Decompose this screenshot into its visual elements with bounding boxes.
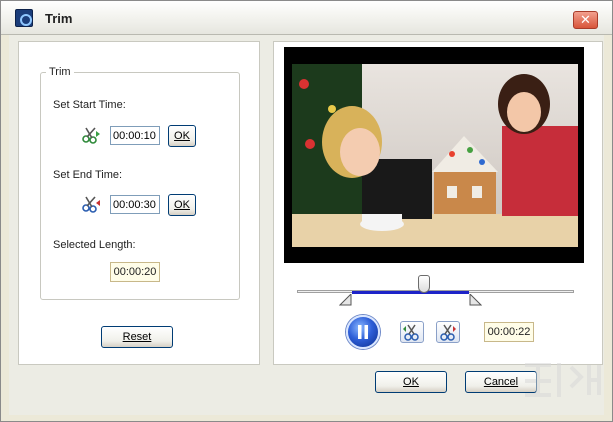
video-frame — [292, 64, 578, 247]
title-bar[interactable]: Trim ✕ — [1, 1, 612, 35]
selected-length-value: 00:00:20 — [110, 262, 160, 282]
trim-groupbox: Trim Set Start Time: OK Set End Time: — [40, 66, 240, 300]
close-button[interactable]: ✕ — [573, 11, 598, 29]
cancel-label: Cancel — [483, 376, 519, 388]
ok-button[interactable]: OK — [375, 371, 447, 393]
pause-icon — [358, 325, 368, 339]
timeline-selection — [352, 291, 469, 294]
ok-label: OK — [403, 376, 419, 388]
video-preview[interactable] — [284, 47, 584, 263]
start-time-input[interactable] — [110, 126, 160, 145]
start-marker-handle[interactable] — [339, 294, 353, 306]
end-time-input[interactable] — [110, 195, 160, 214]
end-ok-button[interactable]: OK — [168, 194, 196, 216]
start-time-label: Set Start Time: — [53, 99, 126, 111]
end-ok-label: OK — [174, 199, 190, 211]
selected-length-label: Selected Length: — [53, 239, 136, 251]
reset-button[interactable]: Reset — [101, 326, 173, 348]
watermark-logo — [525, 363, 601, 397]
scissors-left-icon — [403, 324, 419, 341]
window-title: Trim — [45, 11, 73, 26]
film-icon — [15, 9, 33, 27]
cut-left-button[interactable] — [400, 321, 424, 343]
dialog-body: Trim Set Start Time: OK Set End Time: — [9, 35, 604, 415]
scissors-start-icon — [81, 126, 101, 144]
scissors-right-icon — [440, 324, 456, 341]
start-ok-label: OK — [174, 130, 190, 142]
end-marker-handle[interactable] — [468, 294, 482, 306]
end-time-label: Set End Time: — [53, 169, 123, 181]
trim-group-label: Trim — [46, 66, 74, 78]
pause-button[interactable] — [346, 315, 380, 349]
cut-right-button[interactable] — [436, 321, 460, 343]
preview-panel: 00:00:22 — [273, 41, 603, 365]
trim-dialog: Trim ✕ Trim Set Start Time: OK — [0, 0, 613, 422]
start-ok-button[interactable]: OK — [168, 125, 196, 147]
current-time-readout: 00:00:22 — [484, 322, 534, 342]
playhead-handle[interactable] — [418, 275, 431, 293]
reset-label: Reset — [122, 331, 152, 343]
trim-settings-panel: Trim Set Start Time: OK Set End Time: — [18, 41, 260, 365]
scissors-end-icon — [81, 195, 101, 213]
